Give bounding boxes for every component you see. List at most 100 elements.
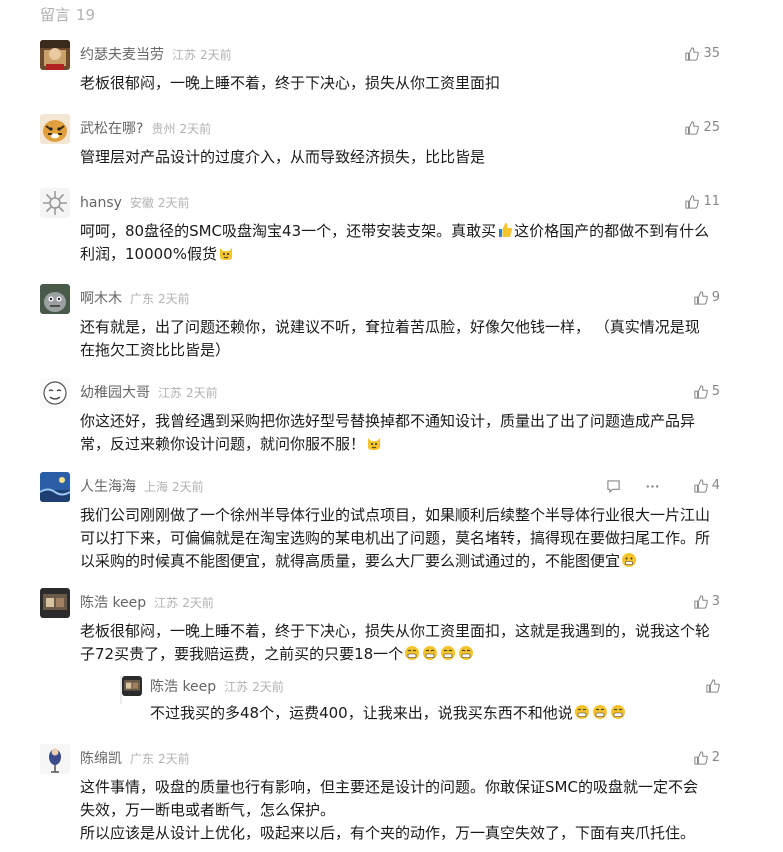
thumbs-up-icon <box>685 195 700 209</box>
comment-location: 广东 <box>130 292 155 306</box>
reply-item: 陈浩 keep 江苏 2天前 不过我买的多48个，运费400，让我来出，说我买东西不… <box>80 676 720 736</box>
comment-text: 这件事情，吸盘的质量也行有影响，但主要还是设计的问题。你敢保证SMC的吸盘就一定… <box>80 776 712 845</box>
comment-item: 幼稚园大哥 江苏 2天前 5 你这还好，我曾经遇到采购把你选好型号替换掉都不通知设计… <box>40 378 720 458</box>
comment-text: 老板很郁闷，一晚上睡不着，终于下决心，损失从你工资里面扣，这就是我遇到的，说我这… <box>80 620 712 666</box>
comment-location: 江苏 <box>172 48 197 62</box>
comment-text: 我们公司刚刚做了一个徐州半导体行业的试点项目，如果顺利后续整个半导体行业很大一片… <box>80 504 712 573</box>
comment-text: 管理层对产品设计的过度介入，从而导致经济损失，比比皆是 <box>80 148 486 166</box>
comment-location: 贵州 <box>151 122 176 136</box>
comment-author[interactable]: 约瑟夫麦当劳 <box>80 47 164 63</box>
like-button[interactable]: 5 <box>694 382 720 402</box>
comment-item: 人生海海 上海 2天前 4 我们公司刚刚做了一个徐州半导体行业的试点项目，如果顺利后… <box>40 472 720 572</box>
comment-author[interactable]: 人生海海 <box>80 479 136 495</box>
reply-text-part: 不过我买的多48个，运费400，让我来出，说我买东西不和他说 <box>150 704 573 722</box>
more-icon[interactable] <box>645 479 660 494</box>
comment-item: 陈绵凯 广东 2天前 2 这件事情，吸盘的质量也行有影响，但主要还是设计的问题。你敢… <box>40 744 720 844</box>
grin-emoji-icon <box>422 645 438 661</box>
like-count: 9 <box>711 290 720 305</box>
comment-meta: 啊木木 广东 2天前 <box>80 288 190 308</box>
comment-author[interactable]: 陈浩 keep <box>80 595 146 611</box>
like-count: 35 <box>703 46 720 61</box>
comment-paragraph: 所以应该是从设计上优化，吸起来以后，有个夹的动作，万一真空失效了，下面有夹爪托住… <box>80 824 696 842</box>
thumbs-up-icon <box>694 479 708 493</box>
like-count: 4 <box>711 478 720 493</box>
grin-emoji-icon <box>574 704 590 720</box>
comment-author[interactable]: 武松在哪? <box>80 121 143 137</box>
reply-icon[interactable] <box>606 479 621 494</box>
comment-author[interactable]: 啊木木 <box>80 291 122 307</box>
comment-location: 广东 <box>130 752 155 766</box>
like-count: 25 <box>703 120 720 135</box>
comment-meta: 陈绵凯 广东 2天前 <box>80 748 190 768</box>
comment-author[interactable]: 幼稚园大哥 <box>80 385 150 401</box>
comment-item: hansy 安徽 2天前 11 呵呵，80盘径的SMC吸盘淘宝43一个，还带安装支架… <box>40 188 720 268</box>
comments-header-label: 留言 <box>40 6 71 24</box>
comment-item: 陈浩 keep 江苏 2天前 3 老板很郁闷，一晚上睡不着，终于下决心，损失从你工资… <box>40 588 720 736</box>
comment-meta: 人生海海 上海 2天前 <box>80 476 204 496</box>
thumbs-up-icon <box>685 47 700 61</box>
comment-time: 2天前 <box>200 48 232 62</box>
grin-emoji-icon <box>592 704 608 720</box>
reply-meta: 陈浩 keep 江苏 2天前 <box>150 676 284 696</box>
comment-time: 2天前 <box>157 196 190 210</box>
like-button[interactable]: 35 <box>685 44 720 64</box>
avatar[interactable] <box>40 40 70 70</box>
comment-text: 你这还好，我曾经遇到采购把你选好型号替换掉都不通知设计，质量出了出了问题造成产品… <box>80 410 712 456</box>
thumbs-up-icon <box>685 121 700 135</box>
avatar[interactable] <box>40 284 70 314</box>
like-button[interactable]: 4 <box>694 476 720 496</box>
comment-location: 上海 <box>144 480 169 494</box>
comment-time: 2天前 <box>182 596 214 610</box>
comments-header: 留言 19 <box>40 4 95 25</box>
grin-emoji-icon <box>458 645 474 661</box>
cat-face-emoji-icon <box>218 245 234 261</box>
like-count: 11 <box>703 194 720 209</box>
like-button[interactable] <box>706 676 720 696</box>
avatar[interactable] <box>40 744 70 774</box>
thumbs-up-icon <box>706 679 720 693</box>
thumbs-up-icon <box>694 751 708 765</box>
comment-actions <box>606 476 660 496</box>
comment-text-part: 老板很郁闷，一晚上睡不着，终于下决心，损失从你工资里面扣，这就是我遇到的，说我这… <box>80 622 711 663</box>
reply-author[interactable]: 陈浩 keep <box>150 679 216 695</box>
comment-meta: 陈浩 keep 江苏 2天前 <box>80 592 214 612</box>
avatar[interactable] <box>40 378 70 408</box>
comments-count: 19 <box>76 6 96 24</box>
comment-meta: 约瑟夫麦当劳 江苏 2天前 <box>80 44 232 64</box>
like-button[interactable]: 3 <box>694 592 720 612</box>
comment-paragraph: 这件事情，吸盘的质量也行有影响，但主要还是设计的问题。你敢保证SMC的吸盘就一定… <box>80 778 698 819</box>
comment-author[interactable]: 陈绵凯 <box>80 751 122 767</box>
grin-emoji-icon <box>610 704 626 720</box>
comment-time: 2天前 <box>158 752 190 766</box>
cat-face-emoji-icon <box>366 435 382 451</box>
thumbs-up-icon <box>694 595 708 609</box>
thumbs-up-icon <box>694 291 708 305</box>
comment-author[interactable]: hansy <box>80 195 122 211</box>
comment-text-part: 你这还好，我曾经遇到采购把你选好型号替换掉都不通知设计，质量出了出了问题造成产品… <box>80 412 696 453</box>
comment-time: 2天前 <box>186 386 218 400</box>
like-button[interactable]: 25 <box>685 118 720 138</box>
avatar[interactable] <box>122 676 142 696</box>
thumbs-up-emoji-icon <box>497 222 513 238</box>
grimace-emoji-icon <box>621 552 637 568</box>
like-count: 3 <box>711 594 720 609</box>
like-button[interactable]: 9 <box>694 288 720 308</box>
reply-location: 江苏 <box>224 680 249 694</box>
like-count: 5 <box>711 384 720 399</box>
comment-time: 2天前 <box>179 122 212 136</box>
comment-meta: 幼稚园大哥 江苏 2天前 <box>80 382 218 402</box>
grin-emoji-icon <box>440 645 456 661</box>
comment-text: 还有就是，出了问题还赖你，说建议不听，耷拉着苦瓜脸，好像欠他钱一样， （真实情况… <box>80 318 700 359</box>
reply-text: 不过我买的多48个，运费400，让我来出，说我买东西不和他说 <box>150 702 710 725</box>
avatar[interactable] <box>40 588 70 618</box>
comment-location: 安徽 <box>129 196 154 210</box>
avatar[interactable] <box>40 114 70 144</box>
comment-time: 2天前 <box>158 292 190 306</box>
like-button[interactable]: 11 <box>685 192 720 212</box>
avatar[interactable] <box>40 188 70 218</box>
comment-time: 2天前 <box>172 480 204 494</box>
comment-location: 江苏 <box>158 386 183 400</box>
grin-emoji-icon <box>404 645 420 661</box>
like-button[interactable]: 2 <box>694 748 720 768</box>
avatar[interactable] <box>40 472 70 502</box>
